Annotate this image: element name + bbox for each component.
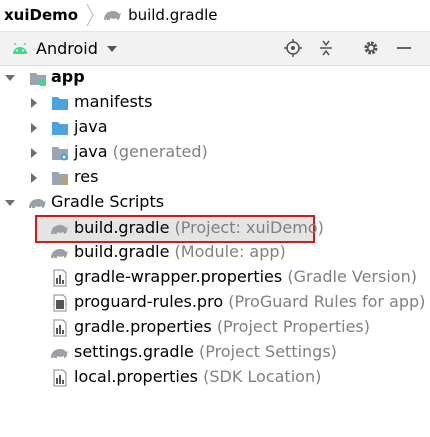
- breadcrumb-project[interactable]: xuiDemo: [4, 6, 78, 24]
- gradle-icon: [51, 349, 68, 358]
- project-toolbar: Android: [0, 31, 430, 66]
- tree-item-label: java: [74, 117, 108, 136]
- tree-item-label: app: [51, 67, 85, 86]
- tree-item-label: manifests: [74, 92, 153, 111]
- collapse-all-icon[interactable]: [317, 39, 335, 57]
- tree-item-label: gradle.properties (Project Properties): [74, 317, 370, 336]
- collapsed-arrow-icon[interactable]: [29, 173, 39, 183]
- tree-item-build-gradle-module[interactable]: build.gradle (Module: app): [0, 240, 430, 265]
- tree-item-settings-gradle[interactable]: settings.gradle (Project Settings): [0, 340, 430, 365]
- gear-icon[interactable]: [362, 39, 380, 57]
- module-folder-icon: [30, 73, 46, 86]
- tree-item-res[interactable]: res: [0, 165, 430, 190]
- locate-icon[interactable]: [284, 39, 302, 57]
- gradle-icon: [51, 249, 68, 258]
- tree-item-label: settings.gradle (Project Settings): [74, 342, 337, 361]
- properties-file-icon: [53, 269, 67, 287]
- tree-item-app[interactable]: app: [0, 65, 430, 90]
- generated-folder-icon: [52, 147, 68, 161]
- tree-item-label: build.gradle (Project: xuiDemo): [74, 218, 324, 237]
- minimize-icon[interactable]: [395, 39, 413, 57]
- collapsed-arrow-icon[interactable]: [29, 148, 39, 158]
- properties-file-icon: [53, 319, 67, 337]
- tree-item-gradle-properties[interactable]: gradle.properties (Project Properties): [0, 315, 430, 340]
- chevron-down-icon: [106, 45, 117, 52]
- tree-item-build-gradle-project[interactable]: build.gradle (Project: xuiDemo): [0, 216, 430, 241]
- tree-item-label: java (generated): [74, 142, 208, 161]
- tree-item-label: res: [74, 167, 99, 186]
- tree-item-label: gradle-wrapper.properties (Gradle Versio…: [74, 267, 417, 286]
- collapsed-arrow-icon[interactable]: [29, 98, 39, 108]
- tree-item-java[interactable]: java: [0, 115, 430, 140]
- tree-item-label: proguard-rules.pro (ProGuard Rules for a…: [74, 292, 426, 311]
- tree-item-gradle-wrapper-properties[interactable]: gradle-wrapper.properties (Gradle Versio…: [0, 265, 430, 290]
- properties-file-icon: [53, 369, 67, 387]
- expanded-arrow-icon[interactable]: [5, 73, 15, 83]
- chevron-right-icon: [86, 3, 94, 27]
- tree-item-label: local.properties (SDK Location): [74, 367, 322, 386]
- folder-icon: [52, 122, 68, 135]
- tree-item-java-generated[interactable]: java (generated): [0, 140, 430, 165]
- folder-icon: [52, 97, 68, 110]
- view-mode-dropdown[interactable]: Android: [12, 32, 117, 65]
- view-mode-label: Android: [36, 39, 98, 58]
- resources-folder-icon: [52, 172, 68, 185]
- tree-item-label: build.gradle (Module: app): [74, 242, 286, 261]
- collapsed-arrow-icon[interactable]: [29, 123, 39, 133]
- expanded-arrow-icon[interactable]: [5, 198, 15, 208]
- tree-item-proguard-rules[interactable]: proguard-rules.pro (ProGuard Rules for a…: [0, 290, 430, 315]
- tree-item-manifests[interactable]: manifests: [0, 90, 430, 115]
- tree-item-gradle-scripts[interactable]: Gradle Scripts: [0, 190, 430, 215]
- text-file-icon: [53, 294, 67, 312]
- tree-item-label: Gradle Scripts: [51, 192, 165, 211]
- gradle-icon: [51, 225, 68, 234]
- android-icon: [13, 42, 27, 54]
- gradle-icon: [104, 11, 122, 20]
- tree-item-local-properties[interactable]: local.properties (SDK Location): [0, 365, 430, 390]
- breadcrumb-file[interactable]: build.gradle: [128, 6, 217, 24]
- gradle-icon: [29, 199, 46, 208]
- breadcrumb: xuiDemo build.gradle: [0, 0, 430, 30]
